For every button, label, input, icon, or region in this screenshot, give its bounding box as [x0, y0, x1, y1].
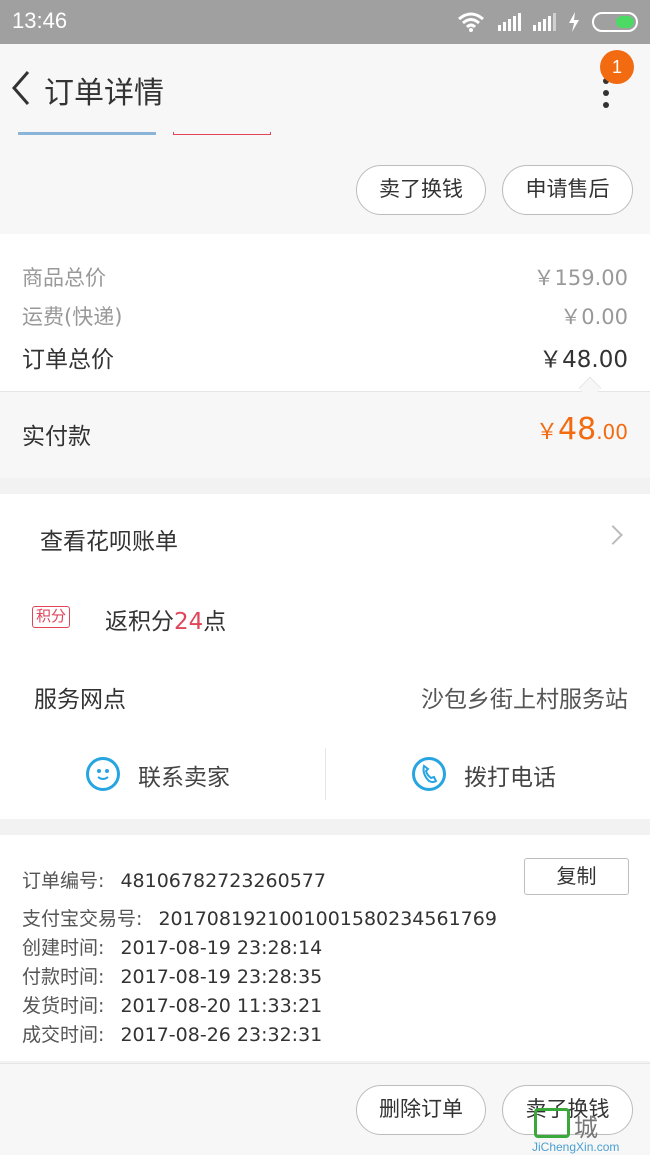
outlet-label: 服务网点 [34, 687, 126, 713]
outlet-value: 沙包乡街上村服务站 [421, 687, 628, 713]
charging-icon [569, 12, 579, 32]
created-label: 创建时间: [22, 937, 105, 959]
paid-time-row: 付款时间: 2017-08-19 23:28:35 [22, 962, 322, 989]
closed-value: 2017-08-26 23:32:31 [120, 1024, 323, 1046]
order-total-label: 订单总价 [22, 347, 114, 373]
order-no-value: 48106782723260577 [120, 870, 326, 892]
delete-order-button[interactable]: 删除订单 [356, 1085, 486, 1135]
paid-amount: ￥48.00 [536, 412, 628, 447]
alipay-no-value: 2017081921001001580234561769 [158, 908, 497, 930]
product-tag [173, 132, 271, 135]
phone-icon [412, 757, 446, 791]
points-suffix: 点 [203, 609, 227, 635]
copy-button[interactable]: 复制 [524, 858, 629, 895]
signal-icon [498, 13, 521, 31]
order-no-label: 订单编号: [22, 870, 105, 892]
shipping-value: ￥0.00 [560, 305, 628, 329]
order-total-value: ￥48.00 [539, 347, 628, 373]
created-value: 2017-08-19 23:28:14 [120, 937, 323, 959]
sell-button[interactable]: 卖了换钱 [356, 165, 486, 215]
watermark-url: JiChengXin.com [532, 1140, 620, 1154]
paid-integer: 48 [558, 412, 597, 447]
back-arrow-icon[interactable] [8, 68, 36, 108]
shipped-value: 2017-08-20 11:33:21 [120, 995, 323, 1017]
paid-decimal: .00 [596, 420, 628, 444]
closed-label: 成交时间: [22, 1024, 105, 1046]
goods-total-label: 商品总价 [22, 266, 106, 290]
points-prefix: 返积分 [105, 609, 174, 635]
paid-time-value: 2017-08-19 23:28:35 [120, 966, 323, 988]
alipay-no-label: 支付宝交易号: [22, 908, 143, 930]
wifi-icon [458, 12, 484, 32]
shipping-label: 运费(快递) [22, 305, 123, 329]
nav-bar: 订单详情 [0, 44, 650, 132]
huabei-bill-row[interactable]: 查看花呗账单 [0, 494, 650, 578]
shipped-label: 发货时间: [22, 995, 105, 1017]
product-section: 卖了换钱 申请售后 [0, 132, 650, 234]
order-no-row: 订单编号: 48106782723260577 [22, 866, 326, 893]
paid-currency: ￥ [535, 420, 558, 445]
contact-seller-button[interactable]: 联系卖家 [0, 740, 325, 810]
points-value: 24 [174, 609, 204, 635]
notification-badge: 1 [600, 50, 634, 84]
call-label: 拨打电话 [464, 765, 556, 791]
alipay-no-row: 支付宝交易号: 2017081921001001580234561769 [22, 904, 497, 931]
signal-2-icon [533, 13, 556, 31]
product-thumbnail[interactable] [18, 132, 156, 135]
after-sale-button[interactable]: 申请售后 [502, 165, 633, 215]
created-row: 创建时间: 2017-08-19 23:28:14 [22, 933, 322, 960]
price-summary: 商品总价 ￥159.00 运费(快递) ￥0.00 订单总价 ￥48.00 实付… [0, 234, 650, 478]
status-time: 13:46 [12, 8, 68, 33]
closed-row: 成交时间: 2017-08-26 23:32:31 [22, 1020, 322, 1047]
battery-icon [592, 12, 638, 32]
paid-time-label: 付款时间: [22, 966, 105, 988]
watermark-logo-icon [534, 1108, 570, 1138]
huabei-bill-label: 查看花呗账单 [40, 529, 178, 555]
chat-icon [86, 757, 120, 791]
status-icons [456, 10, 638, 34]
points-tag: 积分 [32, 606, 71, 628]
paid-row: 实付款 ￥48.00 [0, 392, 650, 478]
call-button[interactable]: 拨打电话 [326, 740, 650, 810]
watermark: 城 JiChengXin.com [532, 1108, 650, 1155]
goods-total-value: ￥159.00 [533, 266, 628, 290]
contact-seller-label: 联系卖家 [138, 765, 230, 791]
more-menu-icon[interactable] [596, 78, 616, 118]
paid-label: 实付款 [22, 424, 91, 450]
points-text: 返积分24点 [105, 602, 226, 636]
status-bar: 13:46 [0, 0, 650, 44]
services-section: 查看花呗账单 积分 返积分24点 服务网点 沙包乡街上村服务站 联系卖家 拨打电… [0, 494, 650, 819]
chevron-right-icon [603, 525, 623, 545]
order-info-section: 订单编号: 48106782723260577 复制 支付宝交易号: 20170… [0, 835, 650, 1061]
watermark-text: 城 [574, 1114, 598, 1142]
page-title: 订单详情 [44, 76, 164, 111]
shipped-row: 发货时间: 2017-08-20 11:33:21 [22, 991, 322, 1018]
